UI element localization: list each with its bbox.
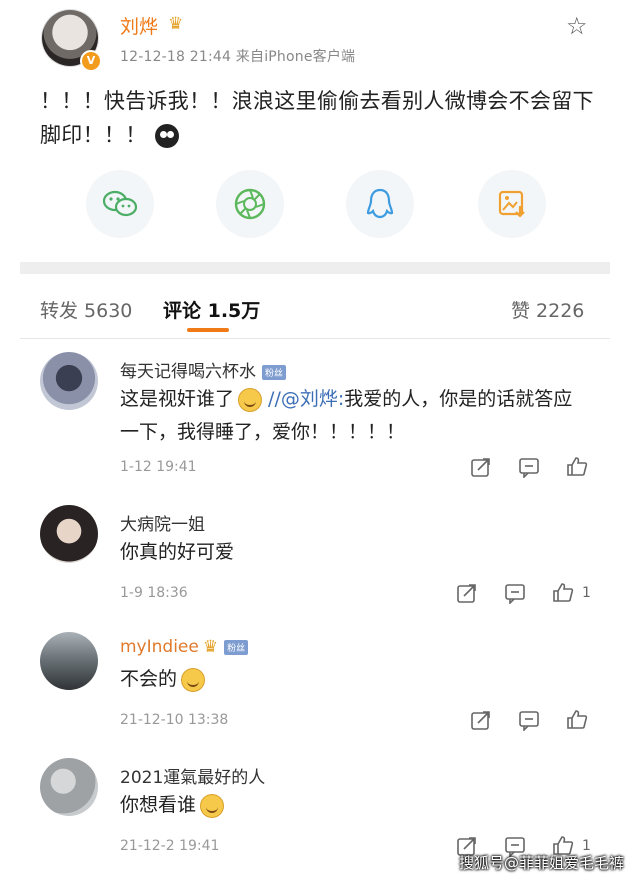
comment-author-name[interactable]: myIndiee ♛ 粉丝 <box>120 637 249 657</box>
like-icon[interactable] <box>566 455 588 477</box>
like-icon[interactable] <box>566 708 588 730</box>
share-moments-button[interactable] <box>216 170 284 238</box>
share-wechat-button[interactable] <box>86 170 154 238</box>
comment-text-content: 不会的 <box>120 668 178 690</box>
laughing-emoji-icon <box>238 387 263 412</box>
comment-avatar[interactable] <box>40 352 98 410</box>
crown-icon: ♛ <box>168 14 184 34</box>
comment-text: 你真的好可爱 <box>120 541 235 563</box>
tab-like[interactable]: 赞 2226 <box>511 296 584 323</box>
comment-text: 这是视奸谁了 //@刘烨:我爱的人，你是的话就答应一下，我得睡了，爱你！！！！！ <box>120 383 590 449</box>
comment-time: 21-12-10 13:38 <box>120 712 229 728</box>
section-divider <box>20 262 610 274</box>
comment-text-content: 你想看谁 <box>120 794 197 816</box>
comment-avatar[interactable] <box>40 632 98 690</box>
comment-time: 1-12 19:41 <box>120 459 197 475</box>
repost-icon[interactable] <box>470 456 492 478</box>
tab-repost[interactable]: 转发 5630 <box>40 296 132 323</box>
qq-icon <box>366 188 394 219</box>
post-text-content: ！！！快告诉我！！浪浪这里偷偷去看别人微博会不会留下脚印！！！ <box>40 89 594 147</box>
comment-text: 不会的 <box>120 663 590 696</box>
reply-icon[interactable] <box>504 582 526 604</box>
tabs-divider <box>20 338 610 339</box>
like-count: 1 <box>582 585 591 601</box>
panda-emoji-icon <box>154 124 179 148</box>
like-icon[interactable] <box>552 581 574 603</box>
comment-author-label: 每天记得喝六杯水 <box>120 362 256 382</box>
glasses-emoji-icon <box>181 667 206 692</box>
mention-link[interactable]: //@刘烨: <box>262 388 344 410</box>
wechat-icon <box>102 190 138 217</box>
moments-icon <box>234 188 266 220</box>
comment-author-name[interactable]: 每天记得喝六杯水 粉丝 <box>120 357 287 382</box>
active-tab-indicator <box>187 328 229 332</box>
fan-badge: 粉丝 <box>224 639 249 655</box>
comment-time: 1-9 18:36 <box>120 585 188 601</box>
fan-badge: 粉丝 <box>262 364 287 380</box>
repost-icon[interactable] <box>470 709 492 731</box>
verified-badge-icon: V <box>80 50 102 72</box>
save-image-icon <box>498 190 525 218</box>
post-author-name[interactable]: 刘烨 <box>120 12 158 39</box>
comment-author-name[interactable]: 大病院一姐 <box>120 510 205 535</box>
reply-icon[interactable] <box>518 709 540 731</box>
favorite-star-icon[interactable]: ☆ <box>566 12 588 40</box>
crown-icon: ♛ <box>202 637 219 657</box>
comment-avatar[interactable] <box>40 505 98 563</box>
comment-text-prefix: 这是视奸谁了 <box>120 388 235 410</box>
save-image-button[interactable] <box>478 170 546 238</box>
comment-avatar[interactable] <box>40 758 98 816</box>
smile-emoji-icon <box>200 793 225 818</box>
reply-icon[interactable] <box>518 456 540 478</box>
post-meta: 12-12-18 21:44 来自iPhone客户端 <box>120 49 356 65</box>
post-text: ！！！快告诉我！！浪浪这里偷偷去看别人微博会不会留下脚印！！！ <box>40 84 600 152</box>
repost-icon[interactable] <box>456 582 478 604</box>
share-qq-button[interactable] <box>346 170 414 238</box>
source-watermark: 搜狐号@菲菲姐爱毛毛裤 <box>458 854 624 872</box>
comment-author-label: myIndiee <box>120 637 199 657</box>
comment-text: 你想看谁 <box>120 789 590 822</box>
comment-author-name[interactable]: 2021運氣最好的人 <box>120 763 265 788</box>
comment-time: 21-12-2 19:41 <box>120 838 220 854</box>
tab-comment[interactable]: 评论 1.5万 <box>163 296 260 323</box>
